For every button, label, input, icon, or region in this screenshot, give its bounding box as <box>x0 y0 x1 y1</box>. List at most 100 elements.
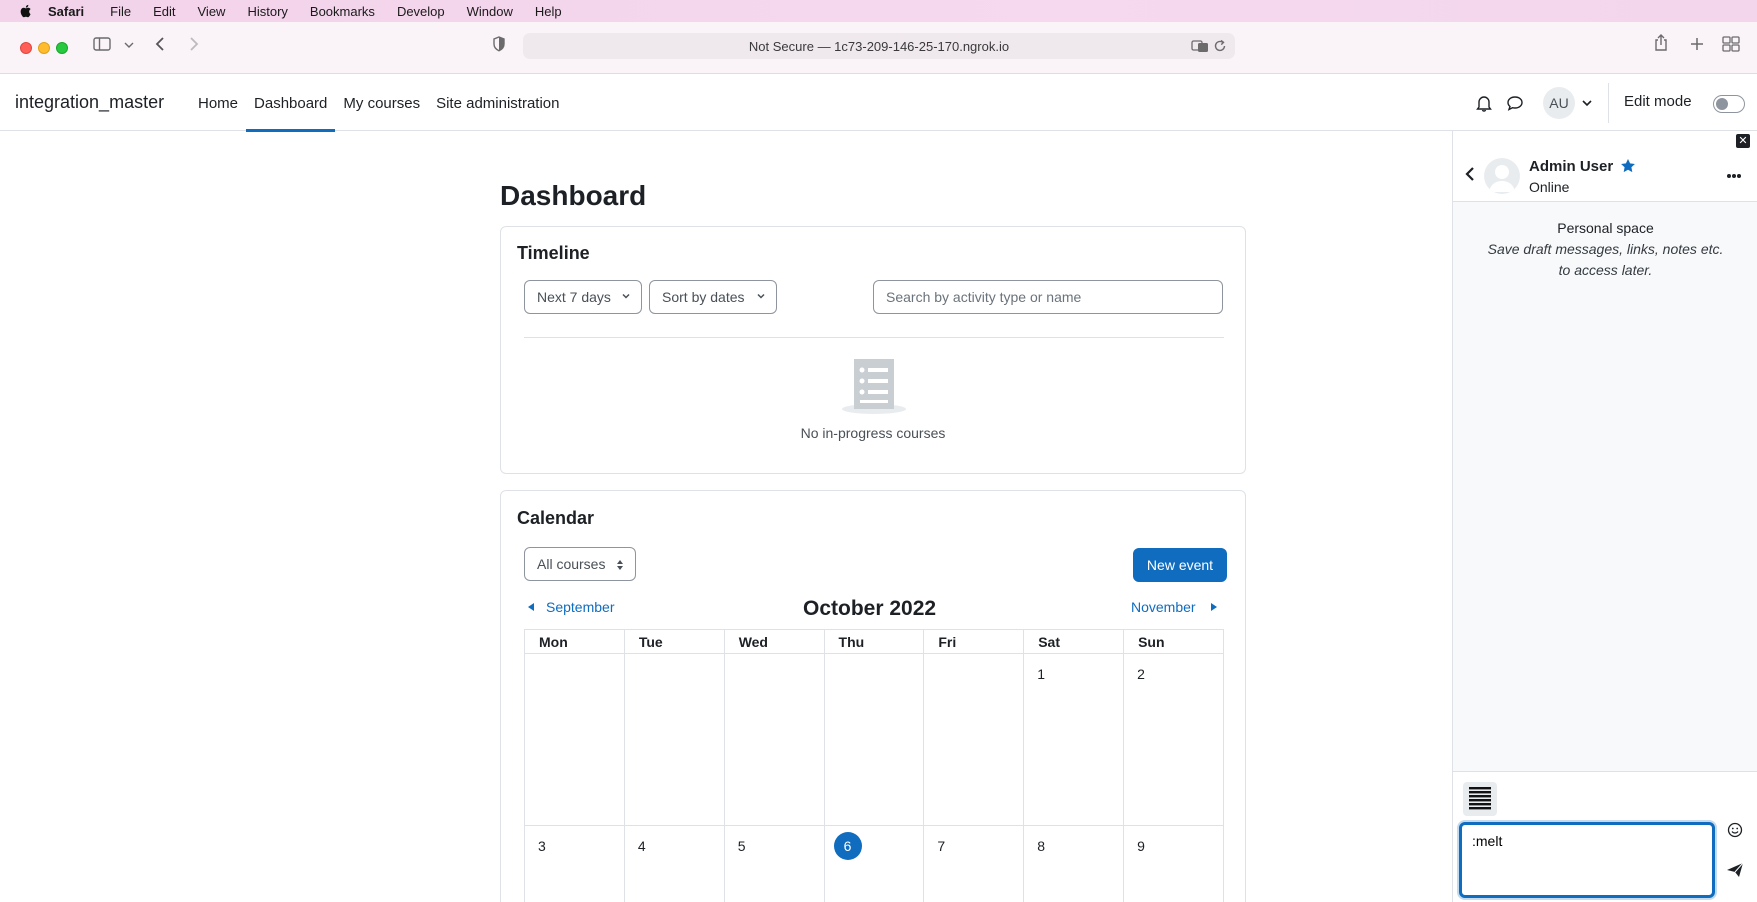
window-close-button[interactable] <box>20 42 32 54</box>
calendar-course-select[interactable]: All courses <box>524 547 636 581</box>
menu-develop[interactable]: Develop <box>397 4 445 19</box>
calendar-day-cell[interactable]: 3 <box>524 825 625 902</box>
message-drawer: ✕ Admin User Online Personal space Save … <box>1452 131 1757 902</box>
calendar-day-cell[interactable]: 7 <box>923 825 1025 902</box>
caret-right-icon <box>1210 603 1217 611</box>
send-icon[interactable] <box>1726 862 1744 878</box>
calendar-day-cell[interactable]: 9 <box>1123 825 1224 902</box>
weekday-wed: Wed <box>723 629 825 654</box>
calendar-title: Calendar <box>517 508 595 528</box>
user-silhouette-icon <box>1489 165 1515 192</box>
personal-space-info: Personal space Save draft messages, link… <box>1453 218 1757 281</box>
calendar-day-cell[interactable]: 5 <box>723 825 825 902</box>
notifications-bell-icon[interactable] <box>1476 94 1492 112</box>
site-navbar: integration_master Home Dashboard My cou… <box>0 75 1757 132</box>
calendar-day-cell[interactable]: 1 <box>1023 653 1125 826</box>
user-menu-chevron-icon[interactable] <box>1582 99 1592 107</box>
more-options-icon[interactable] <box>1726 173 1742 179</box>
calendar-grid: Mon Tue Wed Thu Fri Sat Sun 1 2 3 4 5 6 … <box>524 629 1224 902</box>
navbar-divider <box>1608 83 1609 123</box>
edit-mode-toggle[interactable] <box>1713 95 1745 113</box>
calendar-day-cell[interactable]: 2 <box>1123 653 1224 826</box>
address-bar[interactable]: Not Secure — 1c73-209-146-25-170.ngrok.i… <box>523 33 1235 59</box>
primary-navigation: Home Dashboard My courses Site administr… <box>190 75 568 132</box>
calendar-day-cell[interactable] <box>723 653 825 826</box>
timeline-sort-select[interactable]: Sort by dates <box>649 280 777 314</box>
conversation-avatar[interactable] <box>1484 158 1520 194</box>
user-avatar[interactable]: AU <box>1543 87 1575 119</box>
personal-space-desc-2: to access later. <box>1558 262 1653 278</box>
timeline-empty-text: No in-progress courses <box>800 425 946 441</box>
weekday-sun: Sun <box>1123 629 1224 654</box>
empty-courses-icon <box>842 359 906 414</box>
emoji-auto-complete-toggle[interactable] <box>1463 782 1497 816</box>
weekday-mon: Mon <box>524 629 625 654</box>
weekday-tue: Tue <box>623 629 725 654</box>
browser-toolbar: Not Secure — 1c73-209-146-25-170.ngrok.i… <box>0 22 1757 74</box>
calendar-day-cell[interactable]: 8 <box>1023 825 1125 902</box>
tab-overview-icon[interactable] <box>1722 36 1740 52</box>
new-tab-icon[interactable] <box>1689 36 1705 52</box>
menu-edit[interactable]: Edit <box>153 4 175 19</box>
sidebar-toggle-icon[interactable] <box>93 36 111 52</box>
caret-left-icon <box>528 603 534 611</box>
new-event-button[interactable]: New event <box>1133 548 1227 582</box>
menu-app-name[interactable]: Safari <box>48 4 84 19</box>
nav-site-administration[interactable]: Site administration <box>428 75 567 131</box>
prev-month-link[interactable]: September <box>526 599 614 615</box>
nav-my-courses[interactable]: My courses <box>335 75 428 131</box>
nav-home[interactable]: Home <box>190 75 246 131</box>
emoji-icon[interactable] <box>1727 822 1743 838</box>
calendar-block: Calendar All courses New event September… <box>500 490 1246 902</box>
page-title: Dashboard <box>500 180 647 211</box>
calendar-month-title: October 2022 <box>803 597 937 620</box>
menu-bookmarks[interactable]: Bookmarks <box>310 4 375 19</box>
messages-bubble-icon[interactable] <box>1506 95 1524 111</box>
calendar-day-cell[interactable] <box>623 653 725 826</box>
weekday-fri: Fri <box>923 629 1025 654</box>
reload-icon[interactable] <box>1213 39 1227 53</box>
calendar-day-cell[interactable]: 4 <box>623 825 725 902</box>
back-icon[interactable] <box>154 36 166 52</box>
menu-history[interactable]: History <box>247 4 287 19</box>
calendar-day-cell-today[interactable]: 6 <box>823 825 925 902</box>
calendar-day-cell[interactable] <box>923 653 1025 826</box>
nav-dashboard[interactable]: Dashboard <box>246 75 336 132</box>
chevron-down-icon[interactable] <box>124 41 134 49</box>
translate-icon[interactable] <box>1191 39 1209 53</box>
back-arrow-icon[interactable] <box>1465 166 1475 182</box>
edit-mode-label: Edit mode <box>1624 93 1692 110</box>
timeline-block: Timeline Next 7 days Sort by dates No in… <box>500 226 1246 474</box>
calendar-day-cell[interactable] <box>823 653 925 826</box>
message-input[interactable]: :melt <box>1459 822 1715 898</box>
star-icon <box>1621 159 1635 173</box>
timeline-search-input[interactable] <box>873 280 1223 314</box>
weekday-thu: Thu <box>823 629 925 654</box>
close-icon[interactable]: ✕ <box>1736 134 1750 148</box>
url-text: Not Secure — 1c73-209-146-25-170.ngrok.i… <box>748 38 1010 54</box>
menu-help[interactable]: Help <box>535 4 562 19</box>
menu-window[interactable]: Window <box>467 4 513 19</box>
next-month-link[interactable]: November <box>1131 599 1219 615</box>
calendar-week-row: 3 4 5 6 7 8 9 <box>524 825 1224 902</box>
forward-icon[interactable] <box>188 36 200 52</box>
today-marker[interactable]: 6 <box>833 832 862 860</box>
window-minimize-button[interactable] <box>38 42 50 54</box>
next-month-label: November <box>1131 599 1196 615</box>
timeline-range-select[interactable]: Next 7 days <box>524 280 642 314</box>
personal-space-desc-1: Save draft messages, links, notes etc. <box>1487 241 1724 257</box>
window-zoom-button[interactable] <box>56 42 68 54</box>
lines-icon <box>1469 787 1491 810</box>
apple-icon[interactable] <box>18 3 34 19</box>
menu-view[interactable]: View <box>198 4 226 19</box>
privacy-shield-icon[interactable] <box>492 36 506 52</box>
site-brand[interactable]: integration_master <box>15 92 164 113</box>
toggle-knob <box>1716 98 1728 110</box>
menu-file[interactable]: File <box>110 4 131 19</box>
drawer-header: ✕ Admin User Online <box>1453 131 1757 202</box>
prev-month-label: September <box>546 599 615 615</box>
calendar-week-row: 1 2 <box>524 653 1224 826</box>
conversation-user-name[interactable]: Admin User <box>1529 158 1613 175</box>
calendar-day-cell[interactable] <box>524 653 625 826</box>
share-icon[interactable] <box>1653 34 1669 52</box>
